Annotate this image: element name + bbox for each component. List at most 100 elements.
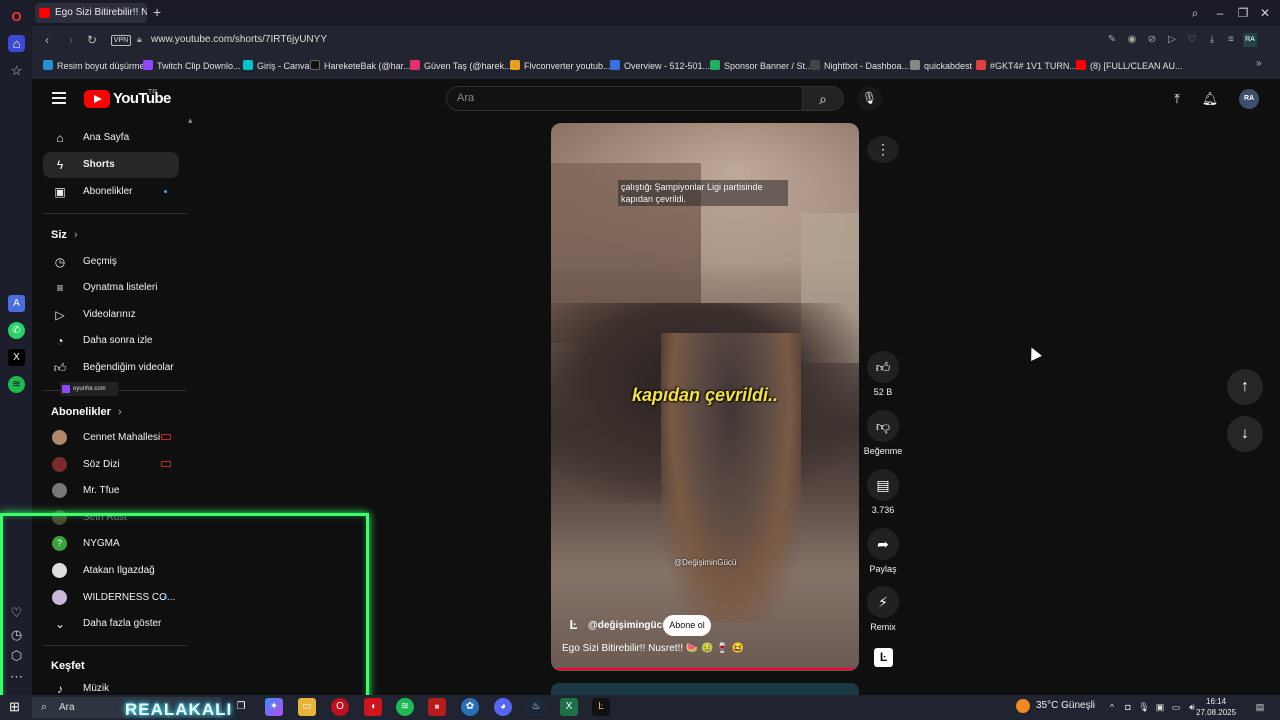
app-icon[interactable]: Ŀ — [592, 698, 610, 716]
spotify-taskbar-icon[interactable]: ≋ — [396, 698, 414, 716]
excel-icon[interactable]: X — [560, 698, 578, 716]
video-progress-bar[interactable] — [557, 668, 853, 670]
sidebar-subscription-item[interactable]: WILDERNESS CO... — [43, 585, 179, 611]
sidebar-scroll-up-icon[interactable]: ▴ — [188, 115, 193, 126]
tray-app-icon[interactable]: ▣ — [1154, 701, 1166, 713]
bookmark-item[interactable]: HareketeBak (@har... — [310, 58, 411, 74]
remix-button[interactable]: ⚡︎ — [867, 586, 899, 618]
menu-icon[interactable]: ≡ — [1224, 33, 1238, 47]
home-icon[interactable]: ⌂ — [8, 35, 25, 52]
download-icon[interactable]: ⤓ — [1205, 33, 1219, 47]
show-more-button[interactable]: ⌄ Daha fazla göster — [43, 611, 179, 637]
opera-gx-icon[interactable]: ◖ — [364, 698, 382, 716]
voice-search-button[interactable]: 🎙︎ — [857, 86, 882, 111]
share-button[interactable]: ➦ — [867, 528, 899, 560]
sound-channel-avatar[interactable]: Ŀ — [874, 648, 893, 667]
media-app-icon[interactable]: ▦ — [428, 698, 446, 716]
bookmark-item[interactable]: Nightbot - Dashboa... — [810, 58, 909, 74]
next-short-button[interactable]: ↓ — [1227, 416, 1263, 452]
aria-icon[interactable]: A — [8, 295, 25, 312]
next-short-preview[interactable] — [551, 683, 859, 695]
sidebar-item-playlists[interactable]: ≡ Oynatma listeleri — [43, 275, 179, 301]
more-icon[interactable]: ⋯ — [8, 668, 25, 685]
bookmark-item[interactable]: Güven Taş (@harek... — [410, 58, 512, 74]
search-input[interactable] — [446, 86, 803, 111]
bookmark-item[interactable]: Twitch Clip Downlo... — [143, 58, 241, 74]
like-button[interactable]: 👍︎ — [867, 351, 899, 383]
discord-icon[interactable]: ◕ — [494, 698, 512, 716]
sidebar-item-shorts[interactable]: ϟ Shorts — [43, 152, 179, 178]
bookmark-item[interactable]: Sponsor Banner / St... — [710, 58, 813, 74]
notifications-icon[interactable]: ▤ — [1253, 701, 1267, 713]
camera-icon[interactable]: ◉ — [1125, 33, 1139, 47]
sidebar-subscription-item[interactable]: Söz Dizi — [43, 452, 179, 478]
sidebar-subscription-item[interactable]: Mr. Tfue — [43, 478, 179, 504]
upload-icon[interactable]: ⤒ — [1167, 89, 1187, 109]
spotify-icon[interactable]: ≋ — [8, 376, 25, 393]
comments-button[interactable]: ▤ — [867, 469, 899, 501]
sidebar-heading-you[interactable]: Siz › — [51, 229, 78, 241]
steam-icon[interactable]: ♨ — [527, 698, 545, 716]
windows-start-icon[interactable]: ⊞ — [9, 700, 23, 714]
tab-search-icon[interactable]: ⌕ — [1185, 4, 1205, 22]
task-view-icon[interactable]: ❐ — [232, 698, 250, 716]
new-tab-button[interactable]: + — [153, 5, 167, 19]
tray-app-icon[interactable]: ◘ — [1122, 701, 1134, 713]
dislike-button[interactable]: 👎︎ — [867, 410, 899, 442]
reload-button[interactable]: ↻ — [84, 32, 100, 48]
sidebar-subscription-item[interactable]: Seth Rust — [43, 505, 179, 531]
bookmark-item[interactable]: Giriş - Canva — [243, 58, 310, 74]
channel-avatar[interactable]: Ŀ — [565, 616, 582, 633]
tray-overflow-icon[interactable]: ^ — [1106, 701, 1118, 713]
sidebar-subscription-item[interactable]: Atakan Ilgazdağ — [43, 558, 179, 584]
url-field[interactable]: www.youtube.com/shorts/7IRT6jyUNYY — [151, 34, 327, 45]
sidebar-item-watch-later[interactable]: ◔ Daha sonra izle — [43, 328, 179, 354]
speed-dial-icon[interactable]: ☆ — [8, 62, 25, 79]
youtube-logo-text[interactable]: YouTube — [113, 90, 171, 107]
whatsapp-icon[interactable]: ✆ — [8, 322, 25, 339]
maximize-button[interactable]: ❐ — [1233, 4, 1253, 22]
opera-taskbar-icon[interactable]: O — [331, 698, 349, 716]
bookmark-item[interactable]: (8) [FULL/CLEAN AU... — [1076, 58, 1183, 74]
sidebar-subscription-item[interactable]: Cennet Mahallesi — [43, 425, 179, 451]
sidebar-item-home[interactable]: ⌂ Ana Sayfa — [43, 125, 179, 151]
bookmark-heart-icon[interactable]: ♡ — [1185, 33, 1199, 47]
more-options-button[interactable]: ⋮ — [867, 136, 899, 163]
sidebar-heading-subscriptions[interactable]: Abonelikler › — [51, 406, 122, 418]
file-explorer-icon[interactable]: ▭ — [298, 698, 316, 716]
channel-name[interactable]: @değişimingücü — [588, 620, 668, 631]
microphone-icon[interactable]: 🎙︎ — [1138, 701, 1150, 713]
sidebar-item-history[interactable]: ◷ Geçmiş — [43, 249, 179, 275]
minimize-button[interactable]: – — [1210, 4, 1230, 22]
sidebar-item-subscriptions[interactable]: ▣ Abonelikler — [43, 179, 179, 205]
youtube-logo-icon[interactable] — [84, 90, 110, 108]
bookmark-item[interactable]: Flvconverter youtub... — [510, 58, 611, 74]
extensions-icon[interactable]: ⬡ — [8, 647, 25, 664]
bookmarks-overflow-icon[interactable]: » — [1256, 58, 1262, 69]
profile-icon[interactable]: RA — [1243, 33, 1257, 47]
network-icon[interactable]: ▭ — [1170, 701, 1182, 713]
heart-icon[interactable]: ♡ — [8, 604, 25, 621]
short-title[interactable]: Ego Sizi Bitirebilir!! Nusret!! 🍉 🤢 🍷 😆 — [562, 643, 744, 654]
copilot-icon[interactable]: ✦ — [265, 698, 283, 716]
guide-menu-icon[interactable] — [52, 92, 66, 104]
search-button[interactable]: ⌕ — [802, 86, 844, 111]
forward-button[interactable]: › — [63, 32, 79, 48]
bookmark-item[interactable]: quickabdest — [910, 58, 972, 74]
bookmark-item[interactable]: Resim boyut düşürme — [43, 58, 145, 74]
notifications-bell-icon[interactable]: 🔔︎ — [1200, 89, 1220, 109]
player-icon[interactable]: ▷ — [1165, 33, 1179, 47]
close-button[interactable]: ✕ — [1255, 4, 1275, 22]
app-icon[interactable]: ✿ — [461, 698, 479, 716]
history-clock-icon[interactable]: ◷ — [8, 626, 25, 643]
subscribe-button[interactable]: Abone ol — [663, 615, 711, 636]
sidebar-subscription-item[interactable]: ? NYGMA — [43, 531, 179, 557]
taskbar-weather[interactable]: 35°C Güneşli — [1036, 700, 1095, 711]
tab-active[interactable]: Ego Sizi Bitirebilir!! Nu — [35, 3, 147, 23]
vpn-badge[interactable]: VPN — [111, 35, 131, 46]
previous-short-button[interactable]: ↑ — [1227, 369, 1263, 405]
avatar[interactable]: RA — [1239, 89, 1259, 109]
bookmark-item[interactable]: Overview - 512-501... — [610, 58, 710, 74]
opera-logo-icon[interactable]: O — [8, 8, 25, 25]
snapshot-icon[interactable]: ✎ — [1105, 33, 1119, 47]
